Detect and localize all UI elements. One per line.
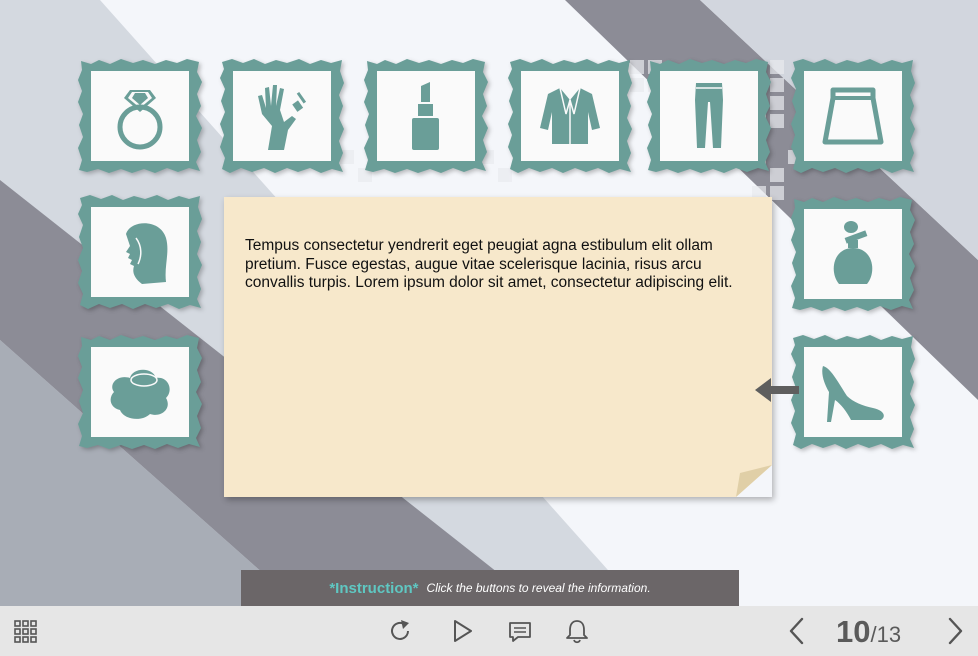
tile-inner <box>91 71 189 161</box>
tile-skirt[interactable] <box>790 58 916 174</box>
tile-inner <box>377 71 475 161</box>
tile-inner <box>521 71 619 161</box>
slide-stage: Tempus consectetur yendrerit eget peugia… <box>0 0 978 606</box>
nail-polish-hand-icon <box>258 85 307 150</box>
prev-button[interactable] <box>782 606 812 656</box>
play-button[interactable] <box>446 606 478 656</box>
high-heel-shoe-icon <box>822 366 884 422</box>
notification-button[interactable] <box>561 606 593 656</box>
tile-inner <box>233 71 331 161</box>
player-toolbar <box>0 606 978 656</box>
jacket-icon <box>540 87 600 144</box>
tile-lipstick[interactable] <box>363 58 489 174</box>
arrow-left-icon <box>755 378 799 402</box>
tile-hat[interactable] <box>77 334 203 450</box>
note-text: Tempus consectetur yendrerit eget peugia… <box>245 237 733 291</box>
menu-button[interactable] <box>10 606 42 656</box>
info-note: Tempus consectetur yendrerit eget peugia… <box>224 197 772 497</box>
tile-inner <box>91 207 189 297</box>
menu-grid-icon <box>14 620 37 643</box>
skirt-icon <box>822 87 884 145</box>
perfume-icon <box>833 221 873 284</box>
page-counter: 10 / 13 <box>836 606 901 656</box>
prev-arrow-icon <box>789 617 804 645</box>
next-button[interactable] <box>940 606 970 656</box>
tile-trousers[interactable] <box>646 58 772 174</box>
trousers-icon <box>695 83 723 148</box>
tile-inner <box>804 209 902 299</box>
page-curl-corner <box>736 465 772 497</box>
bell-icon <box>566 620 588 644</box>
tile-inner <box>804 71 902 161</box>
play-icon <box>454 620 472 642</box>
ring-icon <box>117 90 163 150</box>
tile-perfume[interactable] <box>790 196 916 312</box>
tile-jacket[interactable] <box>507 58 633 174</box>
lipstick-icon <box>412 82 439 150</box>
tile-shoe[interactable] <box>790 334 916 450</box>
replay-button[interactable] <box>384 606 416 656</box>
page-current: 10 <box>836 614 871 649</box>
tile-inner <box>660 71 758 161</box>
tile-nail-polish[interactable] <box>219 58 345 174</box>
page-total: 13 <box>876 622 902 647</box>
next-arrow-icon <box>948 617 963 645</box>
hat-icon <box>110 369 170 419</box>
instruction-text: Click the buttons to reveal the informat… <box>426 581 651 595</box>
instruction-label: *Instruction* <box>329 579 419 597</box>
tile-inner <box>804 347 902 437</box>
woman-hair-icon <box>126 223 168 284</box>
tile-hairstyle[interactable] <box>77 194 203 310</box>
comment-button[interactable] <box>504 606 536 656</box>
comment-icon <box>509 622 531 642</box>
tile-inner <box>91 347 189 437</box>
instruction-bar: *Instruction* Click the buttons to revea… <box>241 570 739 606</box>
replay-icon <box>391 620 409 640</box>
tile-ring[interactable] <box>77 58 203 174</box>
